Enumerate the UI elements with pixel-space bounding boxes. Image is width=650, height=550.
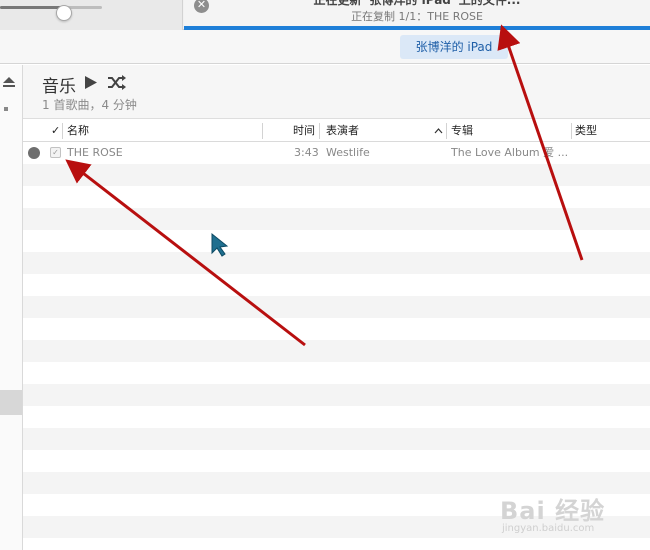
column-header-genre[interactable]: 类型: [575, 120, 597, 142]
status-title: 正在更新“张博洋的 iPad”上的文件...: [313, 0, 521, 7]
watermark-text: Bai 经验: [500, 497, 606, 525]
table-row[interactable]: ✓ THE ROSE 3:43 Westlife The Love Album …: [23, 142, 650, 164]
column-divider: [571, 123, 572, 139]
song-name: THE ROSE: [67, 146, 123, 159]
volume-slider-knob[interactable]: [56, 5, 72, 21]
table-header: ✓ 名称 时间 表演者 专辑 类型: [23, 120, 650, 142]
table-row-empty: [23, 428, 650, 450]
song-time: 3:43: [294, 146, 318, 159]
syncing-status-icon: [28, 147, 40, 159]
sidebar: [0, 65, 23, 550]
song-count: 1 首歌曲，4 分钟: [42, 98, 137, 112]
column-divider: [446, 123, 447, 139]
table-row-empty: [23, 252, 650, 274]
playback-controls-area: [0, 0, 183, 30]
column-header-artist[interactable]: 表演者: [326, 120, 359, 142]
table-row-empty: [23, 340, 650, 362]
status-display: 正在更新“张博洋的 iPad”上的文件... ✕ 正在复制 1/1：THE RO…: [184, 0, 650, 30]
watermark-logo: Bai 经验 jingyan.baidu.com: [500, 483, 640, 543]
device-bar: 张博洋的 iPad: [0, 30, 650, 64]
music-header: 音乐 1 首歌曲，4 分钟: [23, 65, 650, 119]
song-artist: Westlife: [326, 146, 370, 159]
page-title: 音乐: [42, 77, 76, 97]
toolbar: 正在更新“张博洋的 iPad”上的文件... ✕ 正在复制 1/1：THE RO…: [0, 0, 650, 30]
song-checkbox[interactable]: ✓: [50, 147, 61, 158]
sidebar-marker: [4, 107, 8, 111]
eject-icon[interactable]: [3, 77, 15, 87]
watermark-url: jingyan.baidu.com: [502, 523, 595, 534]
device-button[interactable]: 张博洋的 iPad: [400, 35, 508, 59]
column-header-check[interactable]: ✓: [51, 120, 60, 142]
sidebar-item-selected[interactable]: [0, 390, 22, 415]
shuffle-icon[interactable]: [107, 75, 127, 90]
volume-slider[interactable]: [0, 5, 102, 21]
column-divider: [62, 123, 63, 139]
table-row-empty: [23, 296, 650, 318]
volume-slider-fill: [0, 6, 62, 9]
column-header-name[interactable]: 名称: [67, 120, 89, 142]
column-header-album[interactable]: 专辑: [451, 120, 473, 142]
play-icon[interactable]: [84, 75, 98, 90]
table-row-empty: [23, 164, 650, 186]
column-divider: [262, 123, 263, 139]
column-header-time[interactable]: 时间: [293, 120, 315, 142]
column-divider: [319, 123, 320, 139]
status-subtitle: 正在复制 1/1：THE ROSE: [351, 10, 483, 23]
table-row-empty: [23, 384, 650, 406]
table-row-empty: [23, 208, 650, 230]
song-album: The Love Album 爱 ...: [451, 146, 569, 159]
sort-ascending-icon: [434, 128, 443, 134]
